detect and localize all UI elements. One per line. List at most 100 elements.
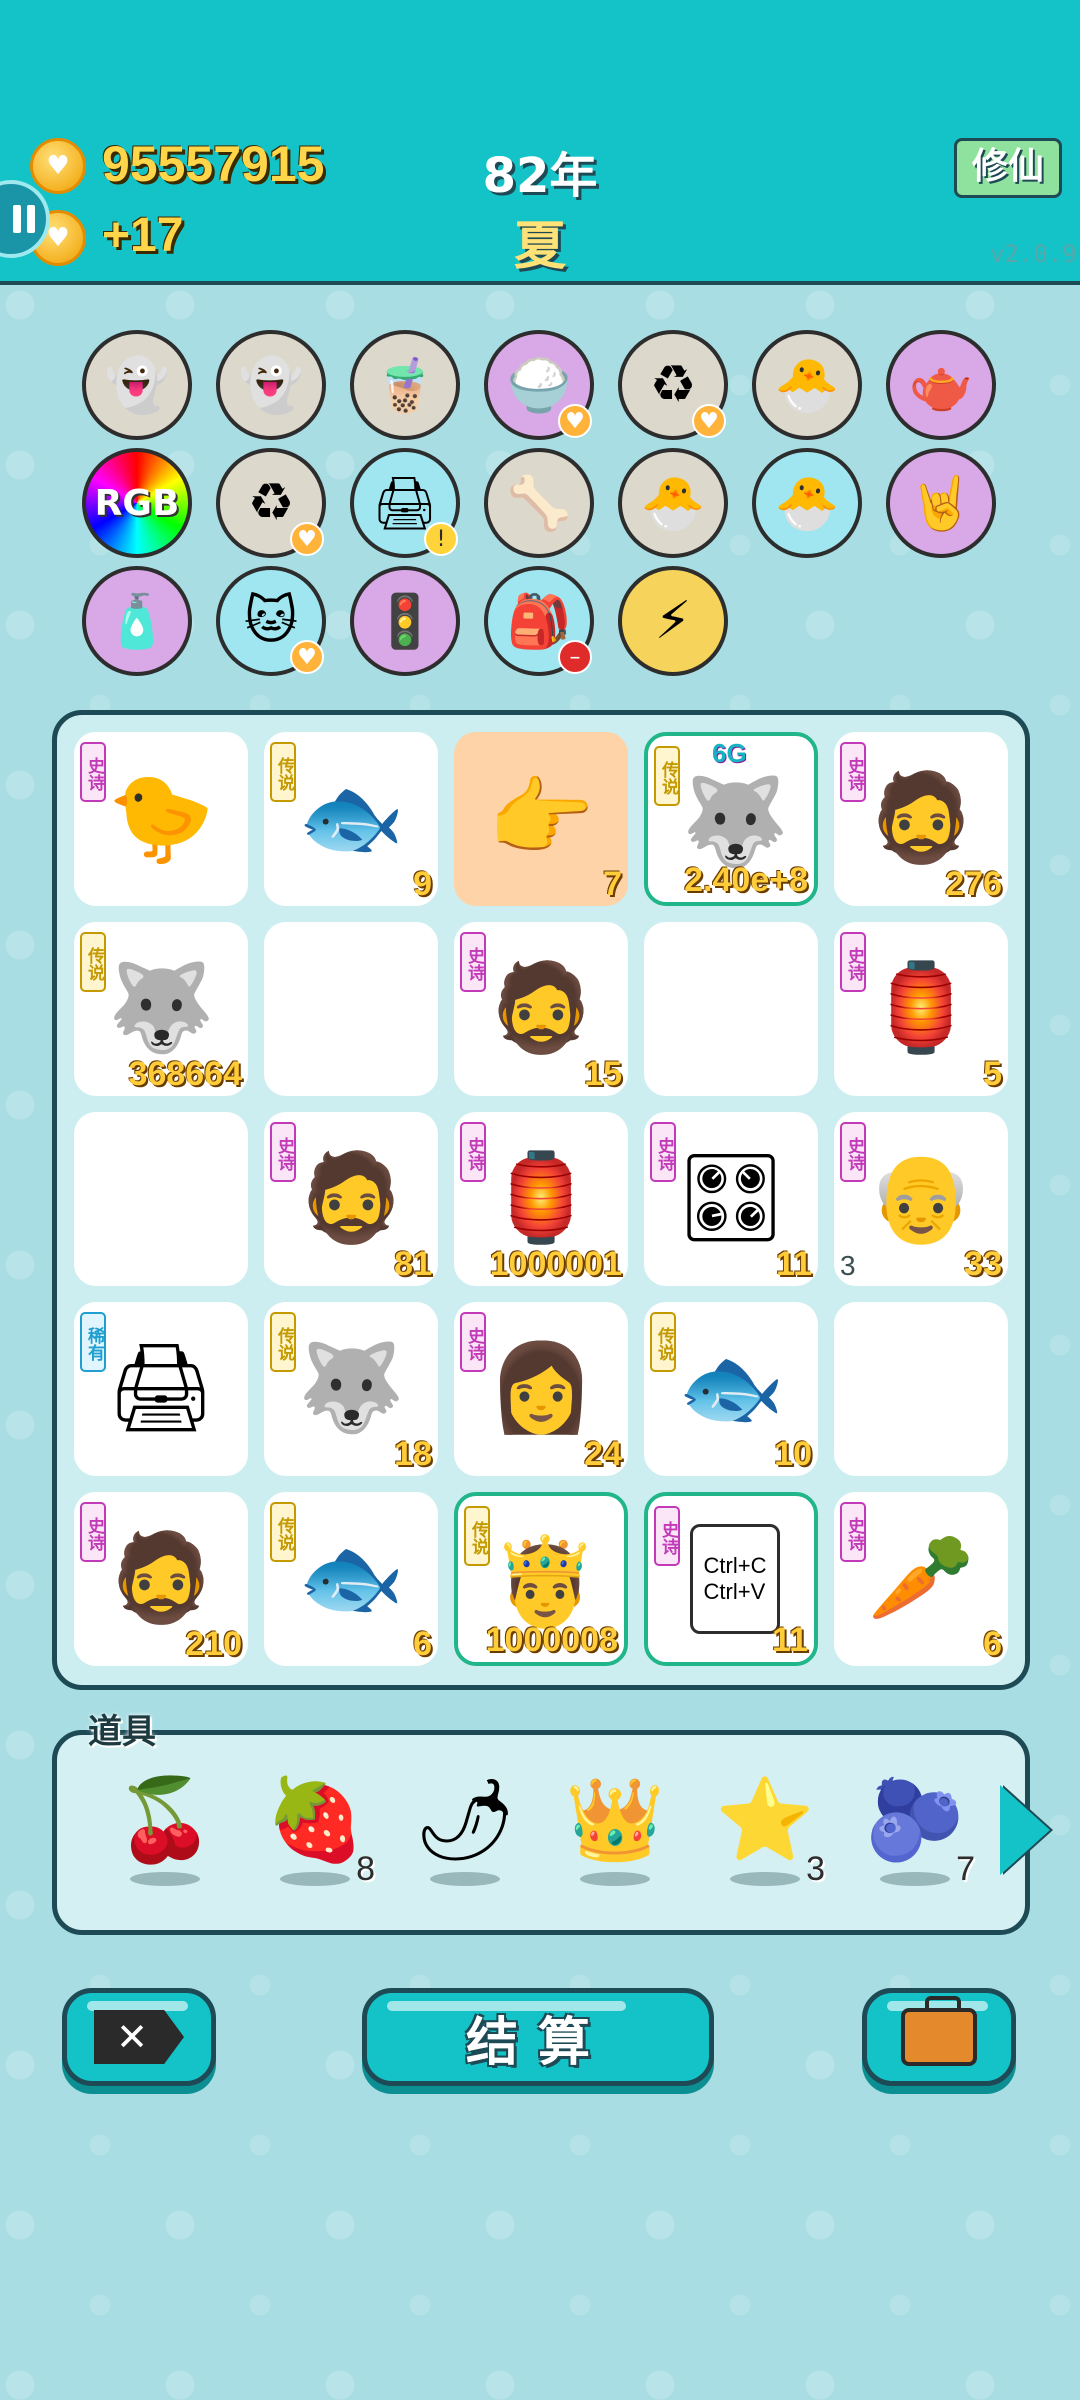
upgrade-rock-hand[interactable]: 🤘: [886, 448, 996, 558]
prop-crown[interactable]: 👑: [555, 1770, 675, 1910]
upgrade-refresh-2[interactable]: ♻ ♥: [216, 448, 326, 558]
cell-koi-fish[interactable]: 传说 🐟 6: [264, 1492, 438, 1666]
cell-golden-king[interactable]: 传说 🤴 1000008: [454, 1492, 628, 1666]
upgrade-bubble-tea[interactable]: 🧋: [350, 330, 460, 440]
blueberry-icon: 🫐: [865, 1773, 965, 1866]
bag-button[interactable]: [862, 1988, 1016, 2086]
cell-koi-fish[interactable]: 传说 🐟 9: [264, 732, 438, 906]
cell-count: 9: [413, 865, 432, 903]
rarity-tag: 稀有: [80, 1312, 106, 1372]
cell-rabbit-house[interactable]: 史诗 🏮 5: [834, 922, 1008, 1096]
prop-count: 3: [806, 1850, 825, 1888]
prop-star[interactable]: ⭐ 3: [705, 1770, 825, 1910]
rarity-tag: 史诗: [460, 932, 486, 992]
cell-count: 33: [964, 1245, 1002, 1283]
rarity-tag: 史诗: [460, 1312, 486, 1372]
dog-food-icon: 🦴: [506, 473, 572, 534]
cell-koi-fish[interactable]: 传说 🐟 10: [644, 1302, 818, 1476]
lightning-icon: ⚡: [654, 591, 692, 651]
husky-crown-icon: 🐺: [107, 957, 215, 1058]
gravy-boat-icon: 🫖: [908, 355, 974, 416]
upgrade-rgb[interactable]: RGB: [82, 448, 192, 558]
cell-husky-crown[interactable]: 传说 🐺 368664: [74, 922, 248, 1096]
upgrade-ghost-1[interactable]: 👻: [82, 330, 192, 440]
upgrade-chick-egg[interactable]: 🐣: [752, 330, 862, 440]
cell-green-hat-man[interactable]: 史诗 🧔 15: [454, 922, 628, 1096]
cell-husky-king[interactable]: 传说 🐺 6G 2.40e+8: [644, 732, 818, 906]
cell-old-man[interactable]: 史诗 👴 3 33: [834, 1112, 1008, 1286]
exit-button[interactable]: ✕: [62, 1988, 216, 2086]
empty-cell[interactable]: [644, 922, 818, 1096]
star-icon: ⭐: [715, 1773, 815, 1866]
money-counter: 95557915: [102, 136, 325, 192]
empty-cell[interactable]: [834, 1302, 1008, 1476]
cell-carrot[interactable]: 史诗 🥕 6: [834, 1492, 1008, 1666]
cell-copy-paste[interactable]: 史诗 Ctrl+C Ctrl+V 11: [644, 1492, 818, 1666]
pink-glasses-man-icon: 🧔: [297, 1147, 405, 1248]
braided-girl-icon: 👩: [487, 1337, 595, 1438]
cell-level: 3: [840, 1250, 856, 1281]
cell-printer[interactable]: 稀有 🖨: [74, 1302, 248, 1476]
prop-blueberry[interactable]: 🫐 7: [855, 1770, 975, 1910]
heart-badge-icon: ♥: [290, 640, 324, 674]
briefcase-icon: [901, 1996, 977, 2066]
cell-green-hat-man[interactable]: 史诗 🧔 210: [74, 1492, 248, 1666]
upgrade-refresh[interactable]: ♻ ♥: [618, 330, 728, 440]
cell-pointing-hand[interactable]: 👉 7: [454, 732, 628, 906]
old-man-icon: 👴: [867, 1147, 975, 1248]
cat-icon: 🐱: [243, 591, 299, 651]
ghost-1-icon: 👻: [104, 355, 170, 416]
upgrade-printer[interactable]: 🖨!: [350, 448, 460, 558]
cell-pink-glasses-man[interactable]: 史诗 🧔 81: [264, 1112, 438, 1286]
cell-count: 6: [413, 1625, 432, 1663]
upgrade-lightning[interactable]: ⚡: [618, 566, 728, 676]
rarity-tag: 史诗: [460, 1122, 486, 1182]
cell-braided-girl[interactable]: 史诗 👩 24: [454, 1302, 628, 1476]
upgrade-spray-bottle[interactable]: 🧴: [82, 566, 192, 676]
rabbit-house-icon: 🏮: [867, 957, 975, 1058]
cell-husky-crown[interactable]: 传说 🐺 18: [264, 1302, 438, 1476]
green-hat-man-icon: 🧔: [487, 957, 595, 1058]
warn-badge-icon: !: [424, 522, 458, 556]
upgrade-dog-food[interactable]: 🦴: [484, 448, 594, 558]
prop-strawberry[interactable]: 🍓 8: [255, 1770, 375, 1910]
props-next-arrow[interactable]: [1000, 1785, 1050, 1875]
rarity-tag: 传说: [270, 1502, 296, 1562]
empty-cell[interactable]: [74, 1112, 248, 1286]
cell-count: 7: [603, 865, 622, 903]
upgrade-chick-egg-3[interactable]: 🐣: [752, 448, 862, 558]
upgrade-gravy-boat[interactable]: 🫖: [886, 330, 996, 440]
prop-chili[interactable]: 🌶: [405, 1770, 525, 1910]
bubble-tea-icon: 🧋: [372, 355, 438, 416]
cell-green-hat-man[interactable]: 史诗 🧔 276: [834, 732, 1008, 906]
cell-count: 24: [584, 1435, 622, 1473]
traffic-ghost-icon: 🚦: [372, 591, 438, 652]
rarity-tag: 史诗: [80, 1502, 106, 1562]
graphics-card-icon: 🎛: [676, 1147, 786, 1248]
upgrade-rice-bowl[interactable]: 🍚 ♥: [484, 330, 594, 440]
green-hat-man-icon: 🧔: [107, 1527, 215, 1628]
settle-button[interactable]: 结算: [362, 1988, 714, 2086]
rarity-tag: 传说: [270, 1312, 296, 1372]
cell-count: 5: [983, 1055, 1002, 1093]
rarity-tag: 史诗: [840, 932, 866, 992]
cell-silver-hair-chick[interactable]: 史诗 🐤: [74, 732, 248, 906]
upgrade-chick-egg-2[interactable]: 🐣: [618, 448, 728, 558]
rarity-tag: 传说: [464, 1506, 490, 1566]
cell-count: 6: [983, 1625, 1002, 1663]
upgrade-cat[interactable]: 🐱 ♥: [216, 566, 326, 676]
empty-cell[interactable]: [264, 922, 438, 1096]
upgrade-sack[interactable]: 🎒 –: [484, 566, 594, 676]
copy-paste-icon: Ctrl+C Ctrl+V: [690, 1524, 780, 1634]
cell-rabbit-house[interactable]: 史诗 🏮 1000001: [454, 1112, 628, 1286]
upgrade-ghost-2[interactable]: 👻: [216, 330, 326, 440]
prop-lychee[interactable]: 🍒: [105, 1770, 225, 1910]
season-label: 夏: [513, 217, 566, 277]
cell-graphics-card[interactable]: 史诗 🎛 11: [644, 1112, 818, 1286]
prop-count: 8: [356, 1850, 375, 1888]
chili-icon: 🌶: [414, 1773, 516, 1866]
cultivate-button[interactable]: 修仙: [954, 138, 1062, 198]
rarity-tag: 传说: [654, 746, 680, 806]
upgrade-traffic-ghost[interactable]: 🚦: [350, 566, 460, 676]
carrot-icon: 🥕: [867, 1527, 975, 1628]
